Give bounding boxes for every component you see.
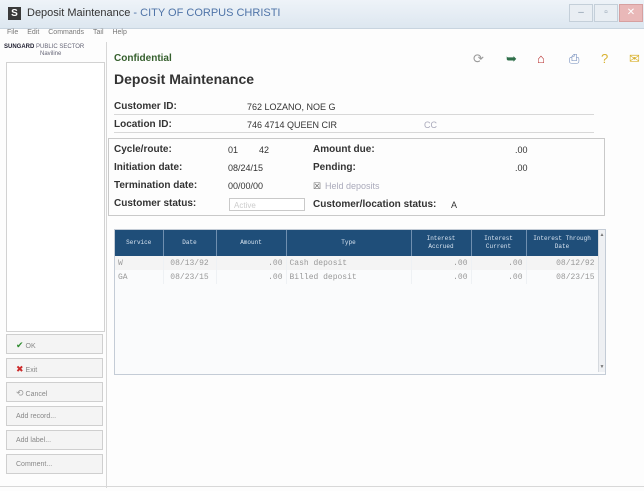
col-type[interactable]: Type <box>286 230 412 256</box>
cell-interest-current[interactable]: .00 <box>471 256 527 270</box>
customer-location-status-value: A <box>451 200 458 210</box>
vertical-scrollbar[interactable]: ▲ ▼ <box>598 230 605 372</box>
scroll-down-icon[interactable]: ▼ <box>599 364 605 370</box>
col-date[interactable]: Date <box>163 230 217 256</box>
add-record-button[interactable]: Add record... <box>6 406 103 426</box>
route-value: 42 <box>259 145 270 155</box>
deposit-table: Service Date Amount Type Interest Accrue… <box>115 230 599 284</box>
initiation-date-value: 08/24/15 <box>228 163 264 173</box>
exit-icon: ✖ <box>16 364 24 374</box>
divider <box>114 132 594 133</box>
customer-status-label: Customer status: <box>114 198 197 209</box>
cell-amount[interactable]: .00 <box>216 270 287 284</box>
cancel-icon: ⟲ <box>16 388 24 398</box>
close-button[interactable]: ✕ <box>619 4 643 22</box>
held-deposits-checkbox[interactable]: ☒ <box>313 181 321 192</box>
pending-value: .00 <box>515 163 528 173</box>
termination-date-label: Termination date: <box>114 180 198 191</box>
menu-edit[interactable]: Edit <box>27 29 39 36</box>
termination-date-value: 00/00/00 <box>228 181 264 191</box>
col-interest-accrued[interactable]: Interest Accrued <box>411 230 472 256</box>
exit-button[interactable]: ✖ Exit <box>6 358 103 378</box>
brand-logo: SUNGARD PUBLIC SECTOR Naviline <box>4 44 85 57</box>
table-header-row: Service Date Amount Type Interest Accrue… <box>115 230 599 256</box>
held-deposits-label: Held deposits <box>325 181 380 191</box>
cell-service[interactable]: GA <box>115 270 164 284</box>
check-icon: ✔ <box>16 340 24 350</box>
add-label-button[interactable]: Add label... <box>6 430 103 450</box>
amount-due-label: Amount due: <box>313 144 375 155</box>
printer-icon[interactable]: ⎙ <box>569 51 579 67</box>
mail-icon[interactable]: ✉ <box>629 51 640 67</box>
col-service[interactable]: Service <box>115 230 164 256</box>
minimize-button[interactable]: – <box>569 4 593 22</box>
cycle-value: 01 <box>228 145 239 155</box>
house-icon[interactable]: ⌂ <box>537 51 545 66</box>
col-interest-through-date[interactable]: Interest Through Date <box>526 230 599 256</box>
confidential-label: Confidential <box>114 53 172 64</box>
location-id-value: 746 4714 QUEEN CIR <box>247 120 338 130</box>
scroll-up-icon[interactable]: ▲ <box>599 232 605 238</box>
cancel-button[interactable]: ⟲ Cancel <box>6 382 103 402</box>
menu-commands[interactable]: Commands <box>48 29 84 36</box>
sidebar-panel <box>6 62 105 332</box>
customer-location-status-label: Customer/location status: <box>313 199 437 210</box>
amount-due-value: .00 <box>515 145 528 155</box>
cell-interest-through-date[interactable]: 08/12/92 <box>526 256 599 270</box>
refresh-icon[interactable]: ⟳ <box>473 51 484 67</box>
cell-service[interactable]: W <box>115 256 164 270</box>
cell-interest-current[interactable]: .00 <box>471 270 527 284</box>
menu-help[interactable]: Help <box>112 29 126 36</box>
cell-interest-through-date[interactable]: 08/23/15 <box>526 270 599 284</box>
window-title-sep: - <box>130 7 141 19</box>
location-id-label: Location ID: <box>114 119 172 130</box>
divider <box>114 114 594 115</box>
app-icon: S <box>8 7 21 20</box>
table-row[interactable]: GA 08/23/15 .00 Billed deposit .00 .00 0… <box>115 270 599 284</box>
location-extra: CC <box>424 120 437 130</box>
forward-icon[interactable]: ➥ <box>506 51 517 67</box>
table-row[interactable]: W 08/13/92 .00 Cash deposit .00 .00 08/1… <box>115 256 599 270</box>
col-amount[interactable]: Amount <box>216 230 287 256</box>
customer-id-label: Customer ID: <box>114 101 177 112</box>
cell-date[interactable]: 08/23/15 <box>163 270 217 284</box>
title-bar: S Deposit Maintenance - CITY OF CORPUS C… <box>0 0 644 29</box>
cell-amount[interactable]: .00 <box>216 256 287 270</box>
cell-date[interactable]: 08/13/92 <box>163 256 217 270</box>
cell-type[interactable]: Billed deposit <box>286 270 412 284</box>
help-icon[interactable]: ? <box>601 51 608 66</box>
initiation-date-label: Initiation date: <box>114 162 183 173</box>
ok-button[interactable]: ✔ OK <box>6 334 103 354</box>
menu-tail[interactable]: Tail <box>93 29 104 36</box>
deposit-grid: Service Date Amount Type Interest Accrue… <box>114 229 606 375</box>
window-title-org: CITY OF CORPUS CHRISTI <box>140 7 281 19</box>
footer-divider <box>0 486 644 487</box>
comment-button[interactable]: Comment... <box>6 454 103 474</box>
cell-interest-accrued[interactable]: .00 <box>411 270 472 284</box>
cell-type[interactable]: Cash deposit <box>286 256 412 270</box>
page-title: Deposit Maintenance <box>114 71 255 87</box>
window-title: Deposit Maintenance - CITY OF CORPUS CHR… <box>27 7 281 19</box>
col-interest-current[interactable]: Interest Current <box>471 230 527 256</box>
maximize-button[interactable]: ▫ <box>594 4 618 22</box>
customer-id-value: 762 LOZANO, NOE G <box>247 102 336 112</box>
window-title-main: Deposit Maintenance <box>27 7 131 19</box>
pending-label: Pending: <box>313 162 356 173</box>
customer-status-field[interactable]: Active <box>229 198 305 211</box>
cycle-route-label: Cycle/route: <box>114 144 172 155</box>
menu-bar: File Edit Commands Tail Help <box>0 29 127 41</box>
cell-interest-accrued[interactable]: .00 <box>411 256 472 270</box>
menu-file[interactable]: File <box>7 29 18 36</box>
